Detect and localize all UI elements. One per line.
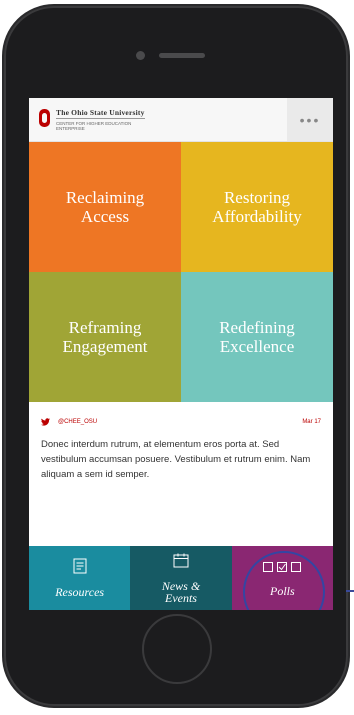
phone-frame: The Ohio State University Center for Hig… xyxy=(4,6,348,706)
tile-reframing-engagement[interactable]: Reframing Engagement xyxy=(29,272,181,402)
tile-restoring-affordability[interactable]: Restoring Affordability xyxy=(181,142,333,272)
bottom-nav: Resources News & Events Polls xyxy=(29,546,333,610)
osu-logo-icon xyxy=(39,109,50,127)
document-icon xyxy=(73,558,87,579)
nav-resources[interactable]: Resources xyxy=(29,546,131,610)
university-title: The Ohio State University xyxy=(56,108,145,119)
callout-line xyxy=(346,590,354,592)
nav-news-events[interactable]: News & Events xyxy=(130,546,232,610)
tile-reclaiming-access[interactable]: Reclaiming Access xyxy=(29,142,181,272)
nav-label: News & xyxy=(161,578,201,593)
tile-redefining-excellence[interactable]: Redefining Excellence xyxy=(181,272,333,402)
speaker-grille xyxy=(159,53,205,58)
twitter-handle-link[interactable]: @CHEE_OSU xyxy=(58,419,302,425)
twitter-icon xyxy=(41,418,50,426)
camera-icon xyxy=(136,51,145,60)
tile-label: Reframing xyxy=(68,318,142,337)
tweet-text: Donec interdum rutrum, at elementum eros… xyxy=(41,439,311,480)
tile-label: Affordability xyxy=(212,207,302,226)
calendar-icon xyxy=(173,553,189,573)
topic-tiles: Reclaiming Access Restoring Affordability … xyxy=(29,142,333,402)
app-header: The Ohio State University Center for Hig… xyxy=(29,98,333,142)
tile-label: Access xyxy=(80,207,130,226)
highlight-ring xyxy=(242,551,325,610)
twitter-feed: @CHEE_OSU Mar 17 Donec interdum rutrum, … xyxy=(29,402,333,544)
home-button[interactable] xyxy=(142,614,212,684)
nav-label: Resources xyxy=(55,585,105,599)
tile-label: Excellence xyxy=(219,337,295,356)
center-subtitle: Center for Higher Education Enterprise xyxy=(56,121,132,131)
tile-label: Restoring xyxy=(223,188,291,207)
tile-label: Engagement xyxy=(62,337,148,356)
tile-label: Reclaiming xyxy=(65,188,145,207)
nav-polls[interactable]: Polls xyxy=(231,546,333,610)
tile-label: Redefining xyxy=(219,318,295,337)
app-screen: The Ohio State University Center for Hig… xyxy=(29,98,333,610)
nav-label: Events xyxy=(164,590,197,605)
tweet-date: Mar 17 xyxy=(302,419,321,425)
more-dots-icon[interactable]: ••• xyxy=(287,98,333,141)
